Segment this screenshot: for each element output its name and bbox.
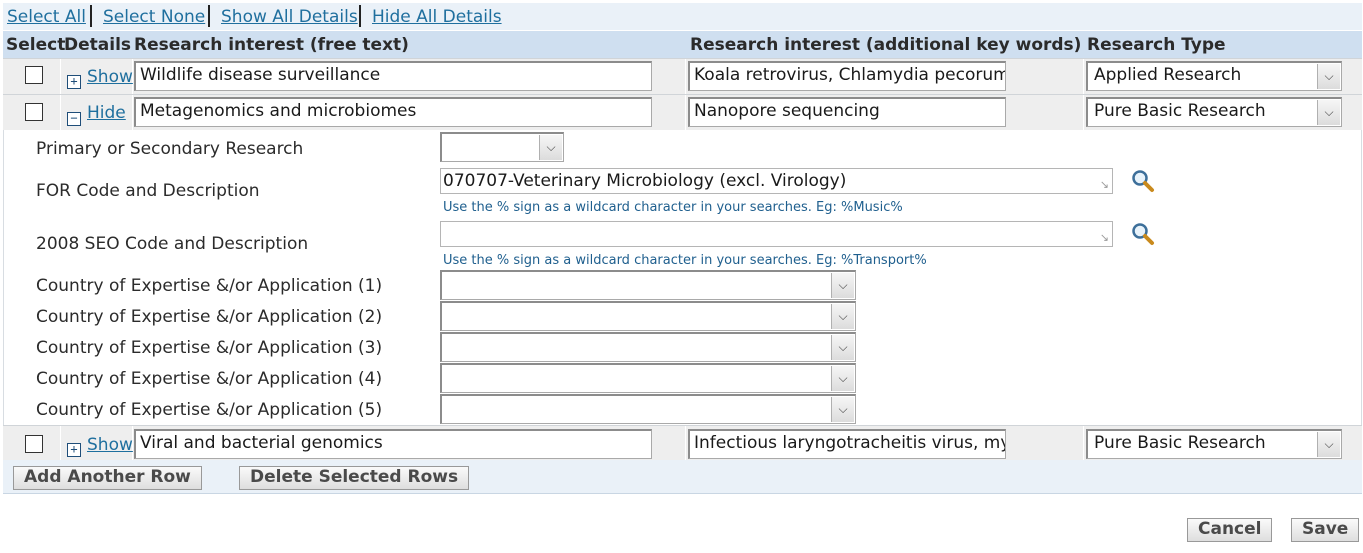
- table-button-bar: [3, 460, 1362, 494]
- chevron-down-icon[interactable]: ⌵: [539, 135, 562, 160]
- row-select-checkbox[interactable]: [25, 66, 43, 84]
- column-header-keywords: Research interest (additional key words): [690, 35, 1082, 55]
- select-all-link[interactable]: Select All: [7, 7, 86, 27]
- expand-icon[interactable]: +: [67, 443, 81, 457]
- for-code-value: 070707-Veterinary Microbiology (excl. Vi…: [443, 171, 847, 191]
- link-separator: [90, 5, 92, 27]
- country-select-2[interactable]: ⌵: [440, 301, 856, 331]
- research-interest-free-text-input[interactable]: Metagenomics and microbiomes: [134, 97, 652, 127]
- research-type-value: Pure Basic Research: [1094, 433, 1266, 453]
- hide-details-link[interactable]: Hide: [87, 103, 126, 123]
- chevron-down-icon[interactable]: ⌵: [831, 273, 854, 298]
- research-type-value: Pure Basic Research: [1094, 101, 1266, 121]
- table-row: + Show Wildlife disease surveillance Koa…: [3, 58, 1362, 95]
- chevron-down-icon[interactable]: ⌵: [831, 335, 854, 360]
- link-separator: [359, 5, 361, 27]
- research-type-select[interactable]: Pure Basic Research ⌵: [1086, 429, 1342, 459]
- research-type-select[interactable]: Applied Research ⌵: [1086, 61, 1342, 91]
- show-details-link[interactable]: Show: [87, 67, 133, 87]
- add-another-row-button[interactable]: Add Another Row: [13, 466, 202, 490]
- chevron-down-icon[interactable]: ⌵: [1317, 432, 1340, 457]
- primary-secondary-select[interactable]: ⌵: [440, 132, 564, 162]
- for-code-hint: Use the % sign as a wildcard character i…: [443, 200, 903, 215]
- select-none-link[interactable]: Select None: [103, 7, 205, 27]
- cancel-button[interactable]: Cancel: [1187, 518, 1273, 542]
- country-label-2: Country of Expertise &/or Application (2…: [36, 307, 383, 327]
- table-row: − Hide Metagenomics and microbiomes Nano…: [3, 94, 1362, 131]
- primary-secondary-label: Primary or Secondary Research: [36, 139, 304, 159]
- chevron-down-icon[interactable]: ⌵: [831, 366, 854, 391]
- save-button[interactable]: Save: [1291, 518, 1360, 542]
- collapse-icon[interactable]: −: [67, 112, 81, 126]
- seo-code-hint: Use the % sign as a wildcard character i…: [443, 253, 927, 268]
- country-select-3[interactable]: ⌵: [440, 332, 856, 362]
- research-interest-free-text-input[interactable]: Viral and bacterial genomics: [134, 429, 652, 459]
- research-interest-keywords-input[interactable]: Nanopore sequencing: [688, 97, 1006, 127]
- research-interest-free-text-input[interactable]: Wildlife disease surveillance: [134, 61, 652, 91]
- row-select-checkbox[interactable]: [25, 435, 43, 453]
- country-label-4: Country of Expertise &/or Application (4…: [36, 369, 383, 389]
- seo-code-input[interactable]: ↘: [440, 221, 1113, 247]
- delete-selected-rows-button[interactable]: Delete Selected Rows: [239, 466, 470, 490]
- for-code-input[interactable]: 070707-Veterinary Microbiology (excl. Vi…: [440, 168, 1113, 194]
- country-select-1[interactable]: ⌵: [440, 270, 856, 300]
- chevron-down-icon[interactable]: ⌵: [831, 304, 854, 329]
- country-label-5: Country of Expertise &/or Application (5…: [36, 400, 383, 420]
- country-select-5[interactable]: ⌵: [440, 394, 856, 424]
- search-icon[interactable]: [1130, 168, 1156, 194]
- research-type-value: Applied Research: [1094, 65, 1242, 85]
- research-interest-keywords-input[interactable]: Koala retrovirus, Chlamydia pecorum, v: [688, 61, 1006, 91]
- seo-code-label: 2008 SEO Code and Description: [36, 234, 309, 254]
- expand-icon[interactable]: +: [67, 75, 81, 89]
- chevron-down-icon[interactable]: ⌵: [1317, 64, 1340, 89]
- resize-handle-icon[interactable]: ↘: [1100, 231, 1109, 244]
- search-icon[interactable]: [1130, 221, 1156, 247]
- link-separator: [208, 5, 210, 27]
- country-select-4[interactable]: ⌵: [440, 363, 856, 393]
- table-actions-bar: [3, 3, 1362, 30]
- research-interest-keywords-input[interactable]: Infectious laryngotracheitis virus, mycc: [688, 429, 1006, 459]
- table-row: + Show Viral and bacterial genomics Infe…: [3, 425, 1362, 461]
- resize-handle-icon[interactable]: ↘: [1100, 178, 1109, 191]
- column-header-details: Details: [64, 35, 132, 55]
- show-all-details-link[interactable]: Show All Details: [221, 7, 358, 27]
- column-header-research-type: Research Type: [1087, 35, 1226, 55]
- column-header-select: Select: [6, 35, 66, 55]
- country-label-1: Country of Expertise &/or Application (1…: [36, 276, 383, 296]
- chevron-down-icon[interactable]: ⌵: [831, 397, 854, 422]
- row-select-checkbox[interactable]: [25, 103, 43, 121]
- show-details-link[interactable]: Show: [87, 435, 133, 455]
- column-header-free-text: Research interest (free text): [134, 35, 409, 55]
- research-type-select[interactable]: Pure Basic Research ⌵: [1086, 97, 1342, 127]
- for-code-label: FOR Code and Description: [36, 181, 260, 201]
- chevron-down-icon[interactable]: ⌵: [1317, 100, 1340, 125]
- hide-all-details-link[interactable]: Hide All Details: [372, 7, 502, 27]
- country-label-3: Country of Expertise &/or Application (3…: [36, 338, 383, 358]
- row-details-panel: Primary or Secondary Research ⌵ FOR Code…: [3, 130, 1362, 425]
